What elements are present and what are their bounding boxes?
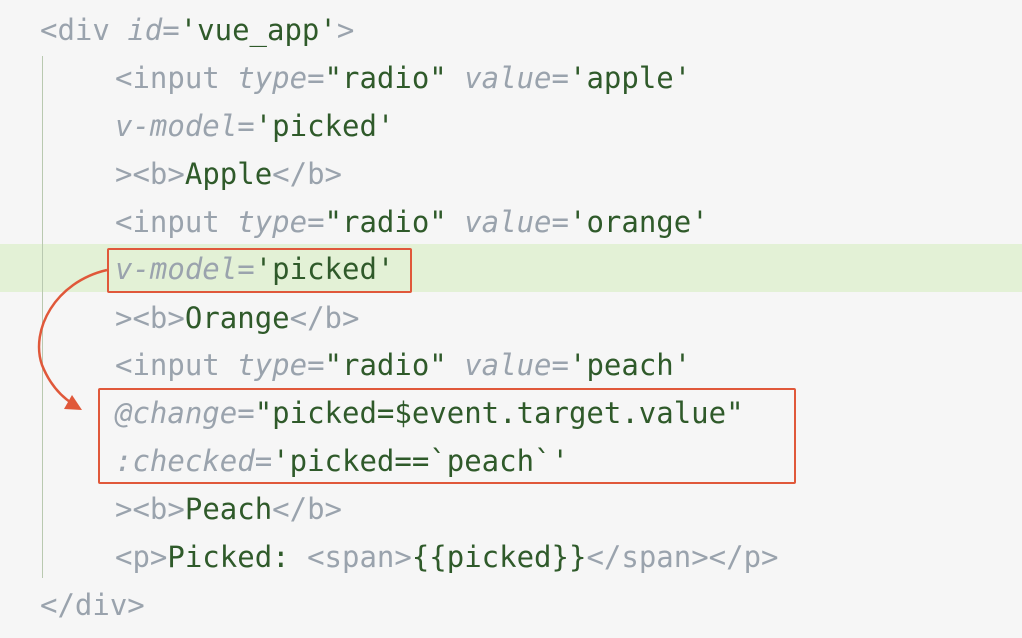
code-editor: <div id='vue_app'> <input type="radio" v… xyxy=(0,0,1022,638)
annotation-arrow xyxy=(37,268,108,410)
